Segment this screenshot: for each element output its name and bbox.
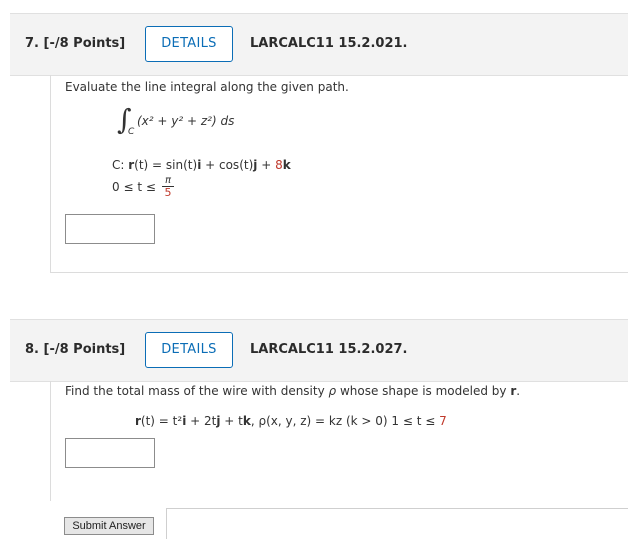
- question-7-details-button[interactable]: DETAILS: [145, 26, 233, 62]
- question-7-points: 7. [-/8 Points]: [25, 36, 126, 51]
- question-8-details-button[interactable]: DETAILS: [145, 332, 233, 368]
- question-8-body: Find the total mass of the wire with den…: [50, 381, 628, 501]
- question-7-path: C: r(t) = sin(t)i + cos(t)j + 8k: [112, 158, 291, 172]
- question-7-header: 7. [-/8 Points] DETAILS LARCALC11 15.2.0…: [10, 13, 628, 76]
- question-8-code: LARCALC11 15.2.027.: [250, 342, 408, 357]
- range-denominator: 5: [164, 186, 172, 199]
- question-7-prompt: Evaluate the line integral along the giv…: [65, 80, 349, 94]
- question-7-answer-input[interactable]: [65, 214, 155, 244]
- submit-answer-button[interactable]: Submit Answer: [64, 517, 154, 535]
- integral-subscript: C: [128, 127, 135, 137]
- question-8-header: 8. [-/8 Points] DETAILS LARCALC11 15.2.0…: [10, 319, 628, 382]
- question-8-answer-input[interactable]: [65, 438, 155, 468]
- question-8-equation: r(t) = t²i + 2tj + tk, ρ(x, y, z) = kz (…: [135, 414, 447, 428]
- question-8-prompt: Find the total mass of the wire with den…: [65, 384, 521, 398]
- question-8-points: 8. [-/8 Points]: [25, 342, 126, 357]
- submit-area-divider: [166, 508, 628, 539]
- question-7-body: Evaluate the line integral along the giv…: [50, 75, 628, 273]
- integrand: (x² + y² + z²) ds: [137, 114, 235, 128]
- question-7-code: LARCALC11 15.2.021.: [250, 36, 408, 51]
